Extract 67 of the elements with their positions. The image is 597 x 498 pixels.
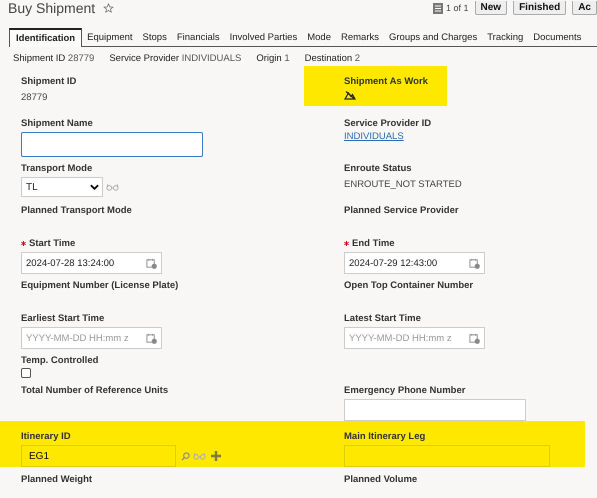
field-label: Enroute Status: [344, 163, 412, 174]
field-label: Service Provider ID: [344, 118, 432, 129]
list-icon[interactable]: [432, 2, 443, 14]
tab[interactable]: Equipment: [82, 28, 138, 47]
field-value: 28779: [21, 92, 48, 103]
mountain-icon: [344, 90, 356, 100]
field-label: Total Number of Reference Units: [21, 385, 168, 396]
date-field[interactable]: 2024-07-28 13:24:00: [21, 252, 162, 274]
tab[interactable]: Financials: [172, 28, 225, 47]
checkbox[interactable]: [21, 368, 31, 378]
chevron-down-icon[interactable]: [90, 184, 99, 190]
page-counter: 1 of 1: [446, 3, 469, 13]
field-label: Open Top Container Number: [344, 280, 474, 291]
summary-label: Shipment ID: [13, 53, 66, 64]
field-value: ENROUTE_NOT STARTED: [344, 179, 463, 190]
toolbar-button[interactable]: Finished: [513, 1, 566, 15]
tab[interactable]: Tracking: [482, 28, 528, 47]
input-field[interactable]: [21, 132, 203, 157]
field-label: Earliest Start Time: [21, 313, 104, 324]
calendar-icon[interactable]: [469, 332, 480, 344]
tab[interactable]: Stops: [138, 28, 172, 47]
field-label: Planned Transport Mode: [21, 205, 132, 216]
calendar-icon[interactable]: [146, 332, 157, 344]
field-label: End Time: [352, 238, 395, 249]
field-label: Itinerary ID: [21, 431, 71, 442]
calendar-icon[interactable]: [146, 258, 157, 268]
summary-label: Service Provider: [109, 53, 180, 64]
tab[interactable]: Mode: [302, 28, 336, 47]
input-field[interactable]: [344, 445, 550, 467]
summary-value: 1: [284, 53, 290, 64]
search-icon[interactable]: [181, 452, 190, 460]
input-field[interactable]: [344, 399, 526, 421]
glasses-icon[interactable]: [193, 452, 206, 460]
field-label: Shipment As Work: [344, 76, 428, 87]
toolbar-button[interactable]: New: [474, 1, 508, 15]
field-label: Emergency Phone Number: [344, 385, 466, 396]
field-label: Shipment ID: [21, 76, 76, 87]
tab[interactable]: Documents: [528, 28, 586, 47]
summary-value: 28779: [68, 53, 94, 64]
plus-icon[interactable]: [211, 451, 221, 461]
tab[interactable]: Involved Parties: [224, 28, 302, 47]
field-label: Equipment Number (License Plate): [21, 280, 178, 291]
summary-value: 2: [354, 53, 360, 64]
field-label: Transport Mode: [21, 163, 92, 174]
summary-label: Origin: [256, 53, 282, 64]
summary-label: Destination: [304, 53, 352, 64]
toolbar-button[interactable]: Ac: [572, 1, 597, 15]
provider-link[interactable]: INDIVIDUALS: [344, 131, 585, 142]
summary-value: INDIVIDUALS: [182, 53, 242, 64]
date-field[interactable]: 2024-07-29 12:43:00: [344, 252, 485, 274]
star-icon[interactable]: [103, 2, 114, 14]
field-label: Shipment Name: [21, 118, 93, 129]
tab[interactable]: Remarks: [336, 28, 384, 47]
tab[interactable]: Identification: [9, 28, 82, 47]
field-label: Planned Weight: [21, 474, 92, 485]
field-label: Main Itinerary Leg: [344, 431, 426, 442]
dropdown[interactable]: TL: [21, 177, 103, 197]
field-label: Latest Start Time: [344, 313, 421, 324]
calendar-icon[interactable]: [469, 258, 480, 268]
glasses-icon[interactable]: [106, 183, 119, 191]
page-title: Buy Shipment: [8, 1, 96, 15]
tab[interactable]: Groups and Charges: [384, 28, 482, 47]
input-field[interactable]: EG1: [21, 445, 176, 467]
field-label: Start Time: [29, 238, 76, 249]
field-label: Planned Service Provider: [344, 205, 459, 216]
field-label: Temp. Controlled: [21, 355, 98, 366]
field-label: Planned Volume: [344, 474, 418, 485]
